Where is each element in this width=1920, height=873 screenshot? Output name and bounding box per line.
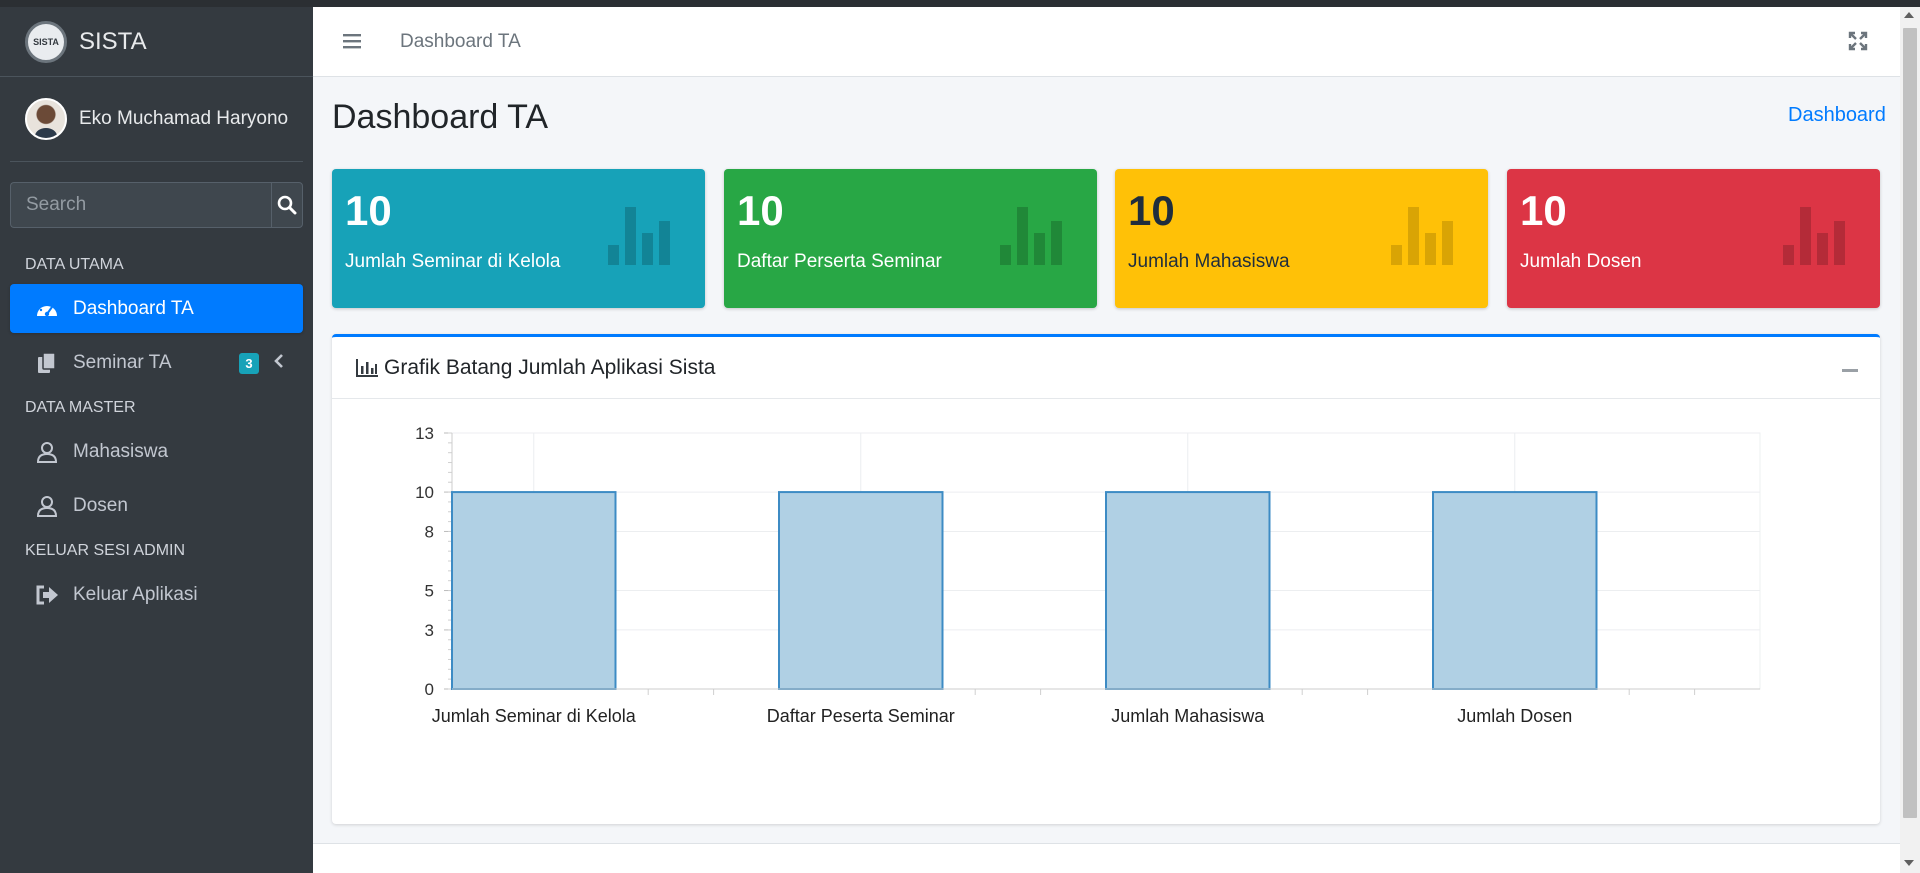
sign-out-icon	[35, 583, 59, 607]
nav-header-keluar-sesi-admin: KELUAR SESI ADMIN	[25, 542, 186, 559]
breadcrumb-dashboard[interactable]: Dashboard	[1788, 104, 1886, 127]
card-title: Grafik Batang Jumlah Aplikasi Sista	[384, 355, 716, 379]
stat-value: 10	[345, 187, 392, 234]
y-tick-label: 3	[425, 621, 434, 640]
bar-chart-icon	[608, 207, 670, 265]
stat-label: Jumlah Seminar di Kelola	[345, 251, 561, 272]
stat-box-dosen[interactable]: 10 Jumlah Dosen	[1507, 169, 1880, 308]
search-button[interactable]	[271, 182, 303, 228]
user-icon	[35, 440, 59, 464]
y-tick-label: 8	[425, 522, 434, 541]
stat-box-seminar[interactable]: 10 Jumlah Seminar di Kelola	[332, 169, 705, 308]
stat-box-peserta[interactable]: 10 Daftar Perserta Seminar	[724, 169, 1097, 308]
search-icon	[277, 195, 297, 215]
copy-icon	[35, 351, 59, 375]
stat-label: Jumlah Mahasiswa	[1128, 251, 1290, 272]
avatar	[25, 98, 67, 140]
user-name[interactable]: Eko Muchamad Haryono	[79, 108, 288, 130]
sidebar-item-label: Dashboard TA	[73, 297, 194, 319]
navbar-link-dashboard-ta[interactable]: Dashboard TA	[400, 31, 521, 53]
tachometer-icon	[35, 297, 59, 321]
sidebar-item-seminar-ta[interactable]: Seminar TA 3	[10, 338, 303, 387]
secondary-card-peek	[313, 843, 1900, 873]
bar-chart-icon	[1000, 207, 1062, 265]
sidebar-item-label: Seminar TA	[73, 351, 172, 373]
nav-header-data-utama: DATA UTAMA	[25, 256, 124, 273]
y-tick-label: 10	[415, 483, 434, 502]
y-tick-label: 13	[415, 424, 434, 443]
sidebar: SISTA SISTA Eko Muchamad Haryono DATA UT…	[0, 7, 313, 873]
bar	[1432, 491, 1598, 690]
bar-chart: 0 3 5 8 10 13 Jumlah Seminar di Kelola Daftar P…	[415, 424, 1761, 726]
sidebar-item-mahasiswa[interactable]: Mahasiswa	[10, 427, 303, 476]
bar-chart-icon	[1391, 207, 1453, 265]
bar	[778, 491, 944, 690]
bar	[1105, 491, 1271, 690]
sidebar-item-label: Keluar Aplikasi	[73, 583, 198, 605]
x-tick-label: Daftar Peserta Seminar	[767, 706, 955, 726]
stat-value: 10	[737, 187, 784, 234]
brand[interactable]: SISTA SISTA	[0, 7, 313, 77]
scroll-down-arrow[interactable]	[1904, 860, 1914, 866]
x-tick-label: Jumlah Seminar di Kelola	[432, 706, 637, 726]
bar-chart-outline-icon	[356, 358, 378, 377]
top-navbar: Dashboard TA	[313, 7, 1900, 77]
hamburger-menu-icon[interactable]	[343, 32, 363, 50]
stat-box-mahasiswa[interactable]: 10 Jumlah Mahasiswa	[1115, 169, 1488, 308]
collapse-minus-icon[interactable]	[1842, 369, 1858, 372]
stat-value: 10	[1128, 187, 1175, 234]
bar	[451, 491, 617, 690]
user-icon	[35, 494, 59, 518]
search-input[interactable]	[10, 182, 271, 228]
bar-chart-icon	[1783, 207, 1845, 265]
nav-header-data-master: DATA MASTER	[25, 399, 136, 416]
stat-label: Daftar Perserta Seminar	[737, 251, 942, 272]
sidebar-item-dashboard-ta[interactable]: Dashboard TA	[10, 284, 303, 333]
sidebar-item-dosen[interactable]: Dosen	[10, 481, 303, 530]
y-tick-label: 0	[425, 680, 434, 699]
seminar-count-badge: 3	[239, 353, 259, 374]
sidebar-item-keluar-aplikasi[interactable]: Keluar Aplikasi	[10, 570, 303, 619]
x-tick-label: Jumlah Dosen	[1457, 706, 1572, 726]
scroll-up-arrow[interactable]	[1904, 12, 1914, 18]
user-panel[interactable]: Eko Muchamad Haryono	[10, 77, 303, 162]
sidebar-item-label: Mahasiswa	[73, 440, 169, 462]
chart-card: Grafik Batang Jumlah Aplikasi Sista 0 3 5 8…	[332, 334, 1880, 824]
scrollbar-thumb[interactable]	[1903, 28, 1917, 818]
stat-value: 10	[1520, 187, 1567, 234]
sidebar-item-label: Dosen	[73, 494, 128, 516]
stat-label: Jumlah Dosen	[1520, 251, 1642, 272]
brand-name: SISTA	[79, 27, 147, 55]
card-header: Grafik Batang Jumlah Aplikasi Sista	[332, 337, 1880, 399]
x-tick-label: Jumlah Mahasiswa	[1111, 706, 1265, 726]
brand-logo: SISTA	[25, 20, 67, 63]
sidebar-search	[10, 182, 303, 228]
fullscreen-expand-icon[interactable]	[1848, 31, 1868, 51]
page-title: Dashboard TA	[332, 98, 549, 136]
y-tick-label: 5	[425, 582, 434, 601]
window-top-strip	[0, 0, 1920, 7]
chevron-left-icon[interactable]	[273, 352, 285, 370]
